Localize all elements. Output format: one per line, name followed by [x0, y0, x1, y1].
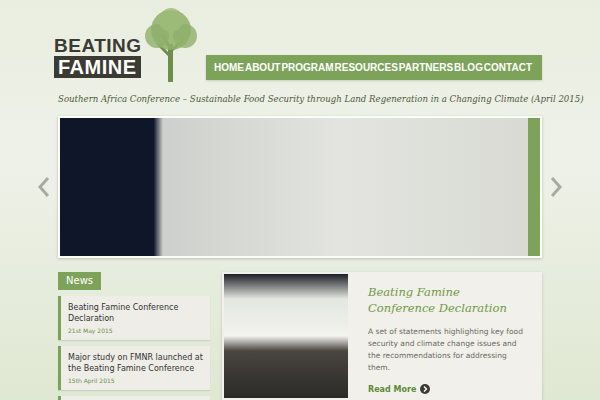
nav-item[interactable]: BLOG [454, 62, 483, 73]
nav-item[interactable]: ABOUT [245, 62, 281, 73]
header: BEATINGFAMINEHOMEABOUTPROGRAMRESOURCESPA… [58, 6, 542, 86]
logo-line: FAMINE [54, 56, 141, 78]
news-title: Beating Famine Conference Declaration [68, 302, 203, 324]
chevron-left-icon [37, 176, 51, 198]
news: News Beating Famine Conference Declaratio… [58, 272, 210, 400]
tagline: Southern Africa Conference – Sustainable… [58, 92, 542, 106]
news-title: Major study on FMNR launched at the Beat… [68, 352, 203, 374]
news-heading: News [58, 272, 101, 290]
news-item[interactable] [58, 396, 210, 400]
nav-item[interactable]: HOME [214, 62, 244, 73]
feature-description: A set of statements highlighting key foo… [368, 326, 530, 374]
feature-card: Beating Famine Conference Declaration A s… [222, 272, 542, 400]
page: BEATINGFAMINE HOMEABOUTPROGRAMRESOURCESPA… [0, 0, 600, 400]
chevron-right-icon [549, 176, 563, 198]
logo-line: BEATING [54, 36, 142, 56]
news-date: 21st May 2015 [68, 327, 203, 334]
news-item[interactable]: Beating Famine Conference Declaration 21s… [58, 296, 210, 340]
nav-item[interactable]: CONTACT [484, 62, 532, 73]
content: BEATINGFAMINEHOMEABOUTPROGRAMRESOURCESPA… [58, 6, 542, 106]
nav-item[interactable]: PROGRAM [281, 62, 333, 73]
news-item[interactable]: Major study on FMNR launched at the Beat… [58, 346, 210, 390]
bottom-content: News Beating Famine Conference Declaratio… [58, 272, 542, 400]
nav-bar: HOMEABOUTPROGRAMRESOURCESPARTNERSBLOGCON… [206, 55, 542, 80]
next-button[interactable] [542, 176, 570, 198]
arrow-circle-icon [420, 384, 430, 394]
feature-title[interactable]: Beating Famine Conference Declaration [368, 284, 530, 316]
feature-body: Beating Famine Conference Declaration A s… [360, 274, 540, 400]
nav-item[interactable]: PARTNERS [399, 62, 453, 73]
slide-photo [60, 118, 528, 256]
logo[interactable]: BEATINGFAMINE [54, 6, 206, 82]
prev-button[interactable] [30, 176, 58, 198]
slide [58, 116, 542, 258]
bottom-section: News Beating Famine Conference Declaratio… [58, 272, 542, 400]
tree-icon [142, 6, 200, 82]
news-date: 15th April 2015 [68, 377, 203, 384]
slide-strip [528, 118, 540, 256]
logo-text: BEATINGFAMINE [54, 36, 142, 82]
read-more-link[interactable]: Read More [368, 384, 530, 394]
nav-item[interactable]: RESOURCES [335, 62, 398, 73]
feature-photo [224, 274, 348, 398]
slider [30, 116, 570, 258]
